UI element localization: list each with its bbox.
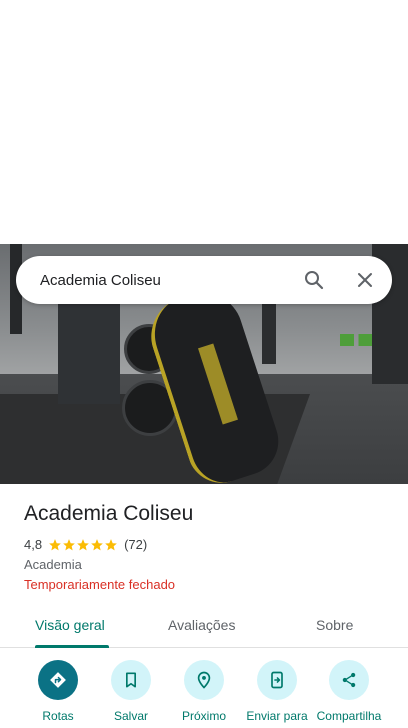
nearby-icon: [197, 671, 211, 689]
send-to-button[interactable]: Enviar para: [237, 660, 317, 723]
star-icon: [63, 538, 75, 550]
photo-rack: [58, 294, 120, 404]
star-icon: [91, 538, 103, 550]
search-input[interactable]: Academia Coliseu: [40, 272, 161, 289]
save-button-circle[interactable]: [111, 660, 151, 700]
star-icon: [49, 538, 61, 550]
bookmark-icon: [126, 672, 136, 688]
place-category[interactable]: Academia: [24, 557, 82, 572]
review-count[interactable]: (72): [124, 537, 147, 552]
share-button[interactable]: Compartilha: [309, 660, 389, 723]
search-bar[interactable]: Academia Coliseu: [16, 256, 392, 304]
star-rating: [48, 538, 118, 552]
directions-button[interactable]: Rotas: [18, 660, 98, 723]
send-to-button-circle[interactable]: [257, 660, 297, 700]
tab-bar: Visão geral Avaliações Sobre: [0, 604, 408, 648]
nearby-button[interactable]: Próximo: [164, 660, 244, 723]
share-button-circle[interactable]: [329, 660, 369, 700]
tab-overview[interactable]: Visão geral: [35, 617, 105, 633]
search-icon[interactable]: [302, 268, 326, 292]
nearby-button-circle[interactable]: [184, 660, 224, 700]
tab-about[interactable]: Sobre: [316, 617, 353, 633]
action-bar: Rotas Salvar Próximo Enviar para Compart…: [0, 660, 408, 728]
directions-label: Rotas: [42, 709, 74, 723]
nearby-label: Próximo: [181, 709, 226, 723]
rating-value: 4,8: [24, 537, 43, 552]
place-title: Academia Coliseu: [24, 502, 194, 525]
save-label: Salvar: [113, 709, 148, 723]
star-icon: [105, 538, 117, 550]
send-to-phone-icon: [271, 671, 283, 689]
directions-icon: [50, 672, 66, 688]
save-button[interactable]: Salvar: [91, 660, 171, 723]
share-label: Compartilha: [316, 709, 382, 723]
status-closed: Temporariamente fechado: [24, 577, 176, 592]
close-icon[interactable]: [353, 268, 377, 292]
directions-button-circle[interactable]: [38, 660, 78, 700]
photo-green-arrows: [340, 334, 386, 346]
tab-reviews[interactable]: Avaliações: [168, 617, 235, 633]
rating-row[interactable]: 4,8 (72): [24, 537, 147, 552]
share-icon: [342, 672, 356, 688]
star-icon: [77, 538, 89, 550]
active-tab-indicator: [35, 645, 109, 648]
send-to-label: Enviar para: [246, 709, 308, 723]
